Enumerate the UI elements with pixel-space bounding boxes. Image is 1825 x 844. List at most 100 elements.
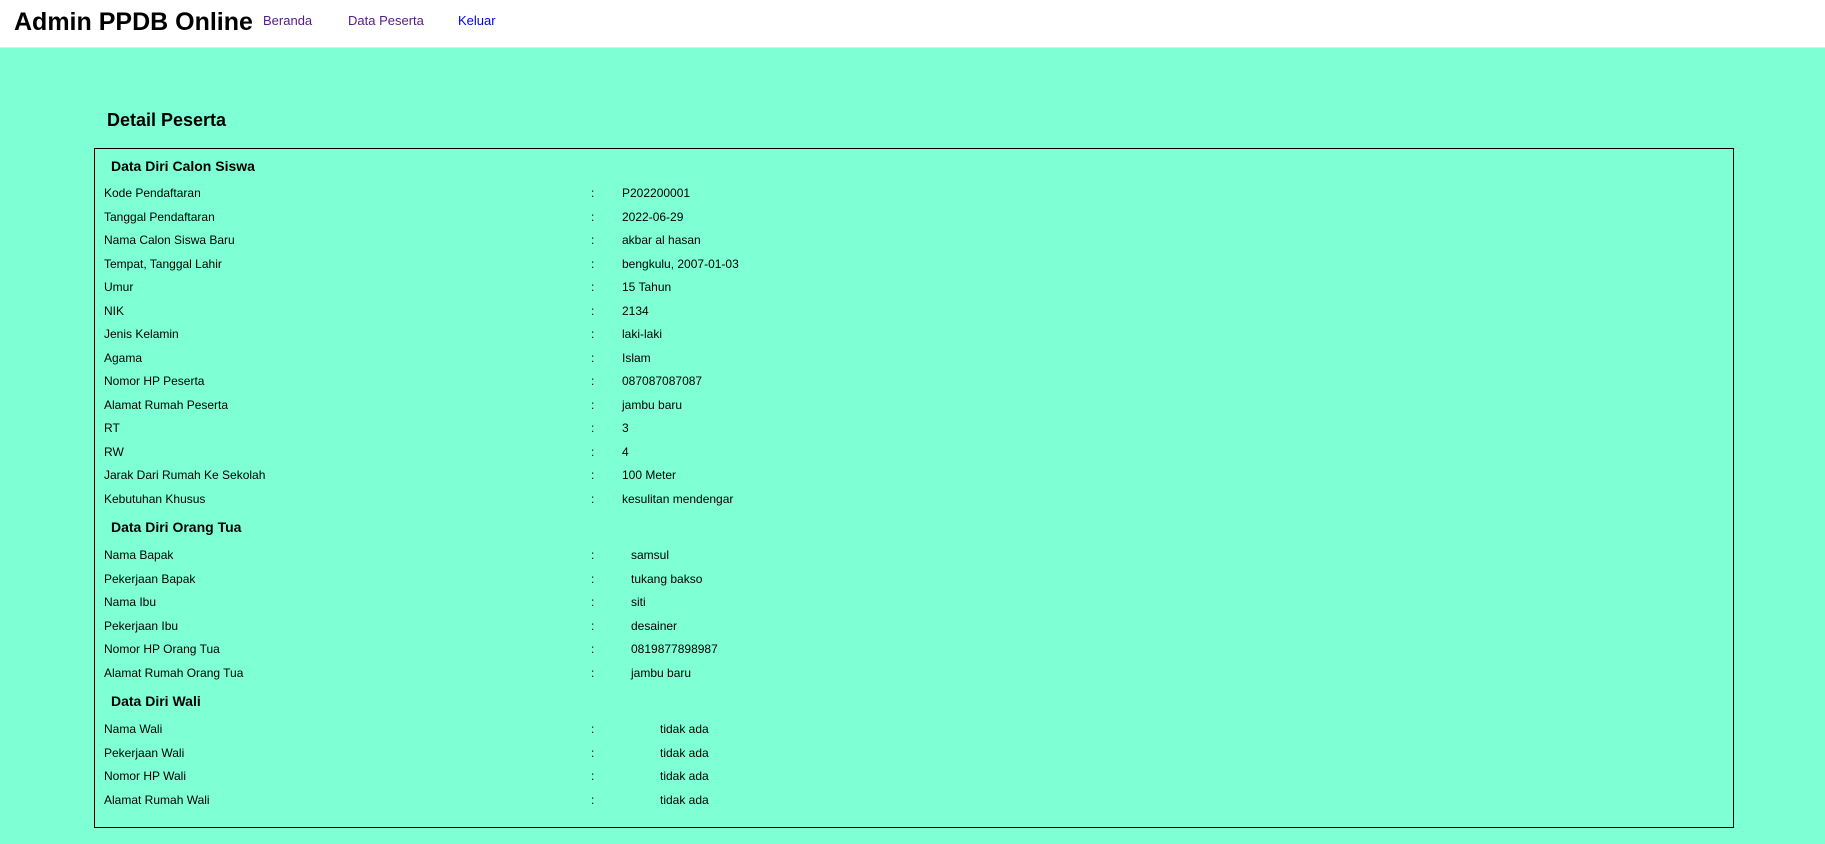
field-label: Jenis Kelamin [104, 327, 179, 341]
field-separator: : [591, 350, 595, 365]
detail-row: Tanggal Pendaftaran: 2022-06-29 [95, 209, 1733, 229]
field-value: tidak ada [660, 769, 709, 783]
detail-row: RW: 4 [95, 444, 1733, 464]
field-value: 2134 [622, 303, 649, 318]
detail-row: Kebutuhan Khusus: kesulitan mendengar [95, 491, 1733, 511]
field-separator: : [591, 256, 595, 271]
field-separator: : [591, 468, 595, 482]
field-label: Kode Pendaftaran [104, 186, 201, 200]
field-value: tidak ada [660, 722, 709, 736]
detail-row: Nomor HP Orang Tua: 0819877898987 [95, 641, 1733, 661]
nav-link-beranda[interactable]: Beranda [263, 13, 312, 29]
field-label: Nomor HP Peserta [104, 374, 205, 388]
field-value: akbar al hasan [622, 233, 701, 247]
field-separator: : [591, 595, 595, 609]
field-value: kesulitan mendengar [622, 491, 734, 506]
field-label: Jarak Dari Rumah Ke Sekolah [104, 468, 266, 482]
field-value: desainer [631, 618, 678, 633]
field-separator: : [591, 792, 595, 807]
field-label: Pekerjaan Ibu [104, 618, 179, 633]
detail-row: Alamat Rumah Peserta: jambu baru [95, 397, 1733, 417]
field-value: samsul [631, 548, 670, 562]
field-label: Tanggal Pendaftaran [104, 209, 215, 224]
detail-row: Kode Pendaftaran: P202200001 [95, 185, 1733, 205]
detail-row: Pekerjaan Wali: tidak ada [95, 745, 1733, 765]
field-value: 15 Tahun [622, 280, 672, 294]
nav-link-keluar[interactable]: Keluar [458, 13, 496, 29]
detail-row: Pekerjaan Ibu: desainer [95, 618, 1733, 638]
detail-row: Nama Ibu: siti [95, 594, 1733, 614]
field-value: 4 [622, 444, 629, 459]
field-separator: : [591, 618, 595, 633]
page-title: Detail Peserta [107, 110, 227, 130]
brand-title: Admin PPDB Online [14, 8, 253, 36]
detail-row: Umur: 15 Tahun [95, 279, 1733, 299]
field-label: RW [104, 444, 124, 459]
field-label: Nama Bapak [104, 548, 174, 562]
field-value: 0819877898987 [631, 642, 718, 656]
field-separator: : [591, 491, 595, 506]
field-value: 087087087087 [622, 374, 703, 388]
field-value: bengkulu, 2007-01-03 [622, 256, 739, 271]
section-title-wali: Data Diri Wali [111, 693, 201, 709]
field-separator: : [591, 397, 595, 412]
top-navbar: Admin PPDB Online Beranda Data Peserta K… [0, 0, 1825, 48]
field-label: Alamat Rumah Wali [104, 792, 210, 807]
field-value: Islam [622, 350, 651, 365]
field-label: Pekerjaan Bapak [104, 571, 196, 586]
field-separator: : [591, 769, 595, 783]
field-value: 100 Meter [622, 468, 677, 482]
detail-row: Alamat Rumah Orang Tua: jambu baru [95, 665, 1733, 685]
field-value: 2022-06-29 [622, 209, 684, 224]
field-label: Nama Ibu [104, 595, 157, 609]
detail-row: Alamat Rumah Wali: tidak ada [95, 792, 1733, 812]
field-separator: : [591, 665, 595, 680]
field-separator: : [591, 745, 595, 760]
field-label: Alamat Rumah Peserta [104, 397, 229, 412]
field-label: NIK [104, 303, 125, 318]
field-label: Umur [104, 280, 134, 294]
field-label: Nomor HP Orang Tua [104, 642, 220, 656]
section-title-siswa: Data Diri Calon Siswa [111, 158, 255, 174]
detail-panel: Data Diri Calon Siswa Kode Pendaftaran: P… [94, 148, 1734, 828]
detail-row: Nama Calon Siswa Baru: akbar al hasan [95, 232, 1733, 252]
field-separator: : [591, 327, 595, 341]
field-value: siti [631, 595, 646, 609]
field-separator: : [591, 374, 595, 388]
field-separator: : [591, 444, 595, 459]
detail-row: RT: 3 [95, 420, 1733, 440]
field-label: Alamat Rumah Orang Tua [104, 665, 244, 680]
field-separator: : [591, 233, 595, 247]
field-label: Pekerjaan Wali [104, 745, 185, 760]
field-separator: : [591, 280, 595, 294]
field-label: Nama Wali [104, 722, 163, 736]
field-label: RT [104, 421, 120, 435]
detail-row: Nomor HP Wali: tidak ada [95, 768, 1733, 788]
field-value: tukang bakso [631, 571, 703, 586]
field-separator: : [591, 186, 595, 200]
field-separator: : [591, 548, 595, 562]
field-value: tidak ada [660, 792, 709, 807]
detail-row: Nomor HP Peserta: 087087087087 [95, 373, 1733, 393]
field-value: jambu baru [631, 665, 692, 680]
detail-row: Pekerjaan Bapak: tukang bakso [95, 571, 1733, 591]
field-value: 3 [622, 421, 629, 435]
field-separator: : [591, 722, 595, 736]
detail-row: Agama: Islam [95, 350, 1733, 370]
field-separator: : [591, 209, 595, 224]
field-label: Agama [104, 350, 143, 365]
field-separator: : [591, 421, 595, 435]
detail-row: Jenis Kelamin: laki-laki [95, 326, 1733, 346]
detail-row: Nama Bapak: samsul [95, 547, 1733, 567]
field-separator: : [591, 571, 595, 586]
detail-row: NIK: 2134 [95, 303, 1733, 323]
detail-row: Tempat, Tanggal Lahir: bengkulu, 2007-01-… [95, 256, 1733, 276]
field-value: jambu baru [622, 397, 683, 412]
nav-link-data-peserta[interactable]: Data Peserta [348, 13, 424, 29]
field-label: Kebutuhan Khusus [104, 491, 206, 506]
field-value: tidak ada [660, 745, 709, 760]
detail-row: Jarak Dari Rumah Ke Sekolah: 100 Meter [95, 467, 1733, 487]
field-value: P202200001 [622, 186, 691, 200]
field-separator: : [591, 642, 595, 656]
field-label: Nama Calon Siswa Baru [104, 233, 235, 247]
